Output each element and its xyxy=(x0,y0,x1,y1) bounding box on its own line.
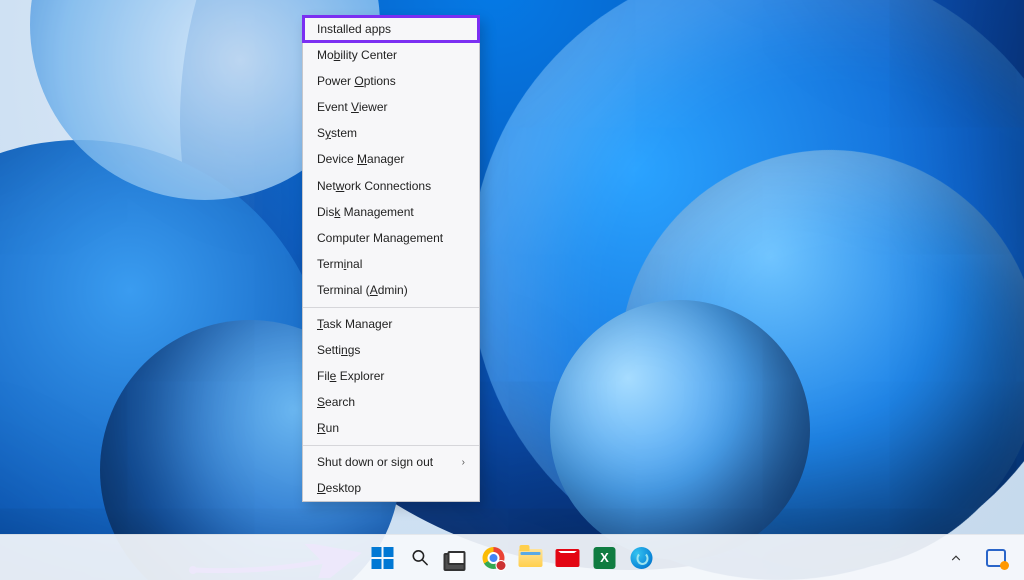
excel-icon: X xyxy=(594,547,616,569)
desktop-wallpaper xyxy=(0,0,1024,580)
taskbar-search-button[interactable] xyxy=(406,544,434,572)
menu-item-label: Search xyxy=(317,396,355,409)
folder-icon xyxy=(519,549,543,567)
taskbar-tray xyxy=(942,544,1010,572)
menu-item-mobility-center[interactable]: Mobility Center xyxy=(303,42,479,68)
menu-item-label: Network Connections xyxy=(317,180,431,193)
menu-item-label: Computer Management xyxy=(317,232,443,245)
menu-item-shut-down[interactable]: Shut down or sign out › xyxy=(303,449,479,475)
menu-item-network-connections[interactable]: Network Connections xyxy=(303,173,479,199)
task-view-icon xyxy=(448,551,466,565)
search-icon xyxy=(410,548,429,567)
menu-item-desktop[interactable]: Desktop xyxy=(303,475,479,501)
menu-item-label: Event Viewer xyxy=(317,101,388,114)
menu-item-device-manager[interactable]: Device Manager xyxy=(303,147,479,173)
menu-item-file-explorer[interactable]: File Explorer xyxy=(303,363,479,389)
taskbar-app-mail[interactable] xyxy=(554,544,582,572)
edge-icon xyxy=(631,547,653,569)
menu-item-label: Device Manager xyxy=(317,153,404,166)
menu-item-label: Installed apps xyxy=(317,23,391,36)
notification-icon xyxy=(986,549,1006,567)
menu-item-label: Disk Management xyxy=(317,206,414,219)
menu-item-label: Run xyxy=(317,422,339,435)
chevron-up-icon xyxy=(949,551,963,565)
taskbar-app-excel[interactable]: X xyxy=(591,544,619,572)
taskbar-center: X xyxy=(369,544,656,572)
menu-item-label: Task Manager xyxy=(317,318,392,331)
taskbar-app-file-explorer[interactable] xyxy=(517,544,545,572)
menu-item-system[interactable]: System xyxy=(303,121,479,147)
menu-item-label: Terminal (Admin) xyxy=(317,284,408,297)
menu-item-task-manager[interactable]: Task Manager xyxy=(303,311,479,337)
menu-item-label: Mobility Center xyxy=(317,49,397,62)
menu-item-label: Settings xyxy=(317,344,360,357)
menu-item-label: File Explorer xyxy=(317,370,384,383)
chrome-icon xyxy=(483,547,505,569)
menu-item-run[interactable]: Run xyxy=(303,416,479,442)
menu-item-search[interactable]: Search xyxy=(303,390,479,416)
menu-item-label: System xyxy=(317,127,357,140)
menu-item-label: Power Options xyxy=(317,75,396,88)
menu-item-computer-management[interactable]: Computer Management xyxy=(303,226,479,252)
taskbar-app-chrome[interactable] xyxy=(480,544,508,572)
task-view-button[interactable] xyxy=(443,544,471,572)
windows-logo-icon xyxy=(372,547,394,569)
menu-item-event-viewer[interactable]: Event Viewer xyxy=(303,95,479,121)
menu-item-label: Desktop xyxy=(317,482,361,495)
menu-item-terminal-admin[interactable]: Terminal (Admin) xyxy=(303,278,479,304)
chevron-right-icon: › xyxy=(462,457,465,468)
taskbar-app-edge[interactable] xyxy=(628,544,656,572)
menu-item-label: Shut down or sign out xyxy=(317,456,433,469)
menu-item-installed-apps[interactable]: Installed apps xyxy=(303,16,479,42)
menu-item-settings[interactable]: Settings xyxy=(303,337,479,363)
menu-item-power-options[interactable]: Power Options xyxy=(303,68,479,94)
menu-item-terminal[interactable]: Terminal xyxy=(303,252,479,278)
winx-context-menu: Installed apps Mobility Center Power Optio… xyxy=(302,15,480,502)
start-button[interactable] xyxy=(369,544,397,572)
menu-item-disk-management[interactable]: Disk Management xyxy=(303,199,479,225)
tray-notifications-button[interactable] xyxy=(982,544,1010,572)
tray-overflow-button[interactable] xyxy=(942,544,970,572)
menu-item-label: Terminal xyxy=(317,258,362,271)
taskbar: X xyxy=(0,534,1024,580)
mail-icon xyxy=(556,549,580,567)
